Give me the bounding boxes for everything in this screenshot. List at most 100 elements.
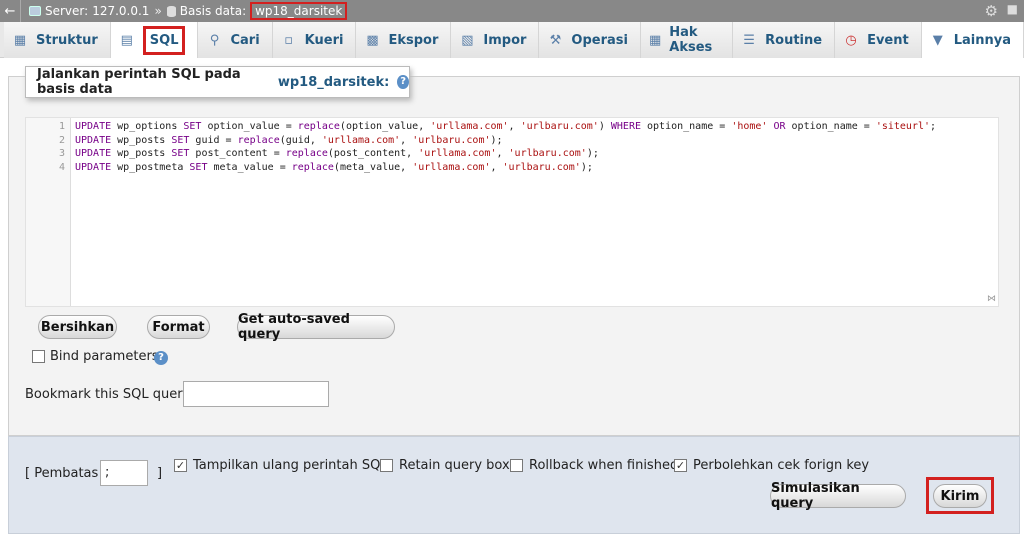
retain-query-box-checkbox[interactable] xyxy=(380,459,393,472)
show-query-label: Tampilkan ulang perintah SQL xyxy=(193,458,388,473)
sql-icon: ▤ xyxy=(120,32,133,48)
code-token: OR xyxy=(773,121,786,132)
code-token: wp_options xyxy=(111,121,184,132)
bind-parameters-label: Bind parameters xyxy=(50,349,159,364)
code-token: SET xyxy=(171,134,190,146)
tab-label: Lainnya xyxy=(953,32,1011,48)
tab-ekspor[interactable]: ▩ Ekspor xyxy=(356,22,452,58)
show-query-checkbox[interactable]: ✓ xyxy=(174,459,187,472)
delimiter-bracket: ] xyxy=(157,466,163,481)
privileges-icon: ▦ xyxy=(648,32,662,48)
import-icon: ▧ xyxy=(461,32,474,48)
breadcrumb-database[interactable]: Basis data: wp18_darsitek xyxy=(166,2,348,20)
code-token: replace xyxy=(237,134,280,146)
tab-label: Event xyxy=(867,32,909,48)
line-number: 3 xyxy=(58,148,65,159)
resize-grip-icon[interactable]: ⋈ xyxy=(987,294,996,304)
code-token: option_name = xyxy=(785,121,876,132)
code-token: UPDATE xyxy=(75,148,112,159)
code-token: replace xyxy=(297,121,340,132)
code-text: UPDATE wp_options SET option_value = rep… xyxy=(69,121,936,135)
code-token: (option_value, xyxy=(339,121,431,132)
line-number: 2 xyxy=(58,134,65,146)
tab-cari[interactable]: ⚲ Cari xyxy=(198,22,273,58)
rollback-label: Rollback when finished xyxy=(529,458,679,473)
code-line[interactable]: 3 UPDATE wp_posts SET post_content = repl… xyxy=(26,148,996,162)
tab-operasi[interactable]: ⚒ Operasi xyxy=(539,22,641,58)
tab-sql[interactable]: ▤ SQL xyxy=(110,22,199,58)
rollback-checkbox[interactable] xyxy=(510,459,523,472)
code-line[interactable]: 1 UPDATE wp_options SET option_value = re… xyxy=(26,121,996,135)
line-number: 1 xyxy=(58,121,65,132)
server-icon xyxy=(29,6,41,16)
foreign-key-checkbox[interactable]: ✓ xyxy=(674,459,687,472)
collapse-icon[interactable]: ■ xyxy=(1007,2,1018,16)
format-button[interactable]: Format xyxy=(147,315,210,339)
back-arrow-icon[interactable]: ← xyxy=(0,4,20,19)
clear-button[interactable]: Bersihkan xyxy=(38,315,117,339)
code-token: SET xyxy=(183,121,202,132)
tab-lainnya[interactable]: ▼ Lainnya xyxy=(921,22,1024,58)
bind-parameters-checkbox[interactable] xyxy=(32,350,45,363)
server-value[interactable]: 127.0.0.1 xyxy=(92,4,149,18)
bookmark-label: Bookmark this SQL query: xyxy=(25,387,194,402)
sql-editor[interactable]: ⋈ 1 UPDATE wp_options SET option_value = … xyxy=(25,117,999,307)
code-token: ) xyxy=(598,121,611,132)
submit-button[interactable]: Kirim xyxy=(933,484,987,508)
code-token: SET xyxy=(171,148,190,159)
code-token: meta_value = xyxy=(207,161,292,173)
delimiter-label: [ Pembatas xyxy=(25,466,99,481)
legend-database: wp18_darsitek: xyxy=(277,74,390,90)
code-text: UPDATE wp_posts SET guid = replace(guid,… xyxy=(69,135,503,149)
tab-routine[interactable]: ☰ Routine xyxy=(733,22,836,58)
code-text: UPDATE wp_posts SET post_content = repla… xyxy=(69,148,599,162)
panel-legend: Jalankan perintah SQL pada basis data wp… xyxy=(25,66,410,98)
tab-label: Hak Akses xyxy=(669,25,713,55)
line-number: 4 xyxy=(58,161,65,173)
server-label: Server: xyxy=(45,4,89,18)
bookmark-input[interactable] xyxy=(183,381,329,407)
tab-event[interactable]: ◷ Event xyxy=(835,22,922,58)
help-icon[interactable]: ? xyxy=(154,351,168,365)
tab-label: Routine xyxy=(765,32,823,48)
tab-hak-akses[interactable]: ▦ Hak Akses xyxy=(640,22,734,58)
breadcrumb-server[interactable]: Server: 127.0.0.1 xyxy=(29,4,149,18)
code-token: ; xyxy=(930,121,937,132)
delimiter-input[interactable]: ; xyxy=(100,460,148,486)
get-autosaved-query-button[interactable]: Get auto-saved query xyxy=(237,312,395,342)
tab-kueri[interactable]: ▫ Kueri xyxy=(272,22,357,58)
code-token: WHERE xyxy=(610,121,641,132)
search-icon: ⚲ xyxy=(209,32,220,48)
tab-label: Kueri xyxy=(304,32,344,48)
code-token: ); xyxy=(586,148,599,159)
code-token: , xyxy=(490,161,503,173)
code-token: , xyxy=(400,134,413,146)
database-label: Basis data: xyxy=(179,4,247,18)
code-token: 'urlbaru.com' xyxy=(508,148,587,159)
code-token: ); xyxy=(580,161,593,173)
code-token: 'home' xyxy=(731,121,768,132)
code-token: (meta_value, xyxy=(333,161,413,173)
code-line[interactable]: 4 UPDATE wp_postmeta SET meta_value = rep… xyxy=(26,162,996,176)
code-token: UPDATE xyxy=(75,121,112,132)
database-name[interactable]: wp18_darsitek xyxy=(250,2,348,20)
database-icon xyxy=(166,5,176,17)
code-token: (guid, xyxy=(279,134,322,146)
code-token: 'urllama.com' xyxy=(418,148,497,159)
code-token: , xyxy=(508,121,521,132)
breadcrumb-separator: » xyxy=(154,4,162,18)
code-token: ); xyxy=(490,134,503,146)
code-token: (post_content, xyxy=(327,148,419,159)
tab-struktur[interactable]: ▦ Struktur xyxy=(4,22,111,58)
tab-impor[interactable]: ▧ Impor xyxy=(451,22,540,58)
code-token: wp_postmeta xyxy=(111,161,190,173)
help-icon[interactable]: ? xyxy=(397,75,409,89)
gear-icon[interactable]: ⚙ xyxy=(985,2,998,20)
breadcrumb-bar: ← Server: 127.0.0.1 » Basis data: wp18_d… xyxy=(0,0,1024,22)
structure-icon: ▦ xyxy=(13,32,27,48)
chevron-down-icon: ▼ xyxy=(932,32,943,48)
code-line[interactable]: 2 UPDATE wp_posts SET guid = replace(guid… xyxy=(26,135,996,149)
code-token: 'urlbaru.com' xyxy=(502,161,581,173)
retain-query-box-label: Retain query box xyxy=(399,458,510,473)
simulate-query-button[interactable]: Simulasikan query xyxy=(770,481,906,511)
